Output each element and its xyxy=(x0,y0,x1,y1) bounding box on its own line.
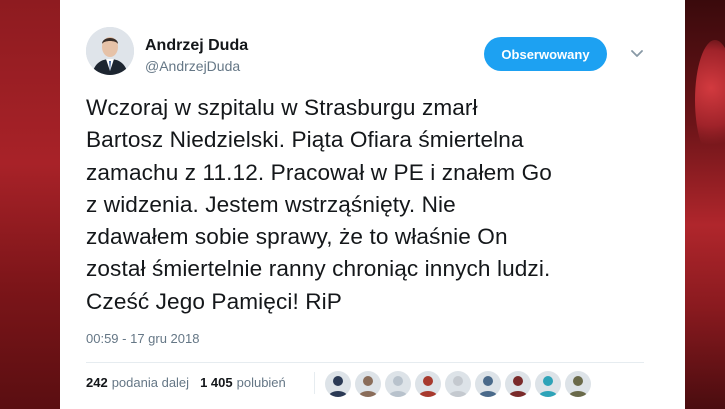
background-right xyxy=(680,0,725,409)
tweet-card: Andrzej Duda @AndrzejDuda Obserwowany Wc… xyxy=(60,0,685,409)
following-button[interactable]: Obserwowany xyxy=(484,37,607,71)
liker-avatar[interactable] xyxy=(534,370,562,398)
tweet-stats: 242 podania dalej 1 405 polubień xyxy=(86,375,292,390)
liker-avatar[interactable] xyxy=(414,370,442,398)
liker-avatar[interactable] xyxy=(564,370,592,398)
likers-avatars xyxy=(324,370,592,398)
retweets-label: podania dalej xyxy=(111,375,190,390)
liker-avatar[interactable] xyxy=(474,370,502,398)
avatar[interactable] xyxy=(86,27,134,75)
divider xyxy=(86,362,644,363)
retweets-count: 242 xyxy=(86,375,108,390)
liker-avatar[interactable] xyxy=(444,370,472,398)
chevron-down-icon[interactable] xyxy=(628,44,646,62)
liker-avatar[interactable] xyxy=(384,370,412,398)
likes-label: polubień xyxy=(236,375,286,390)
liker-avatar[interactable] xyxy=(354,370,382,398)
background-left xyxy=(0,0,60,409)
likes-stat[interactable]: 1 405 polubień xyxy=(200,375,286,390)
tweet-text: Wczoraj w szpitalu w Strasburgu zmarł Ba… xyxy=(86,95,552,314)
stats-divider xyxy=(314,372,315,394)
liker-avatar[interactable] xyxy=(324,370,352,398)
liker-avatar[interactable] xyxy=(504,370,532,398)
likes-count: 1 405 xyxy=(200,375,233,390)
author-name[interactable]: Andrzej Duda xyxy=(145,37,248,55)
retweets-stat[interactable]: 242 podania dalej xyxy=(86,375,189,390)
tweet-timestamp[interactable]: 00:59 - 17 gru 2018 xyxy=(86,331,199,346)
author-handle[interactable]: @AndrzejDuda xyxy=(145,58,240,74)
